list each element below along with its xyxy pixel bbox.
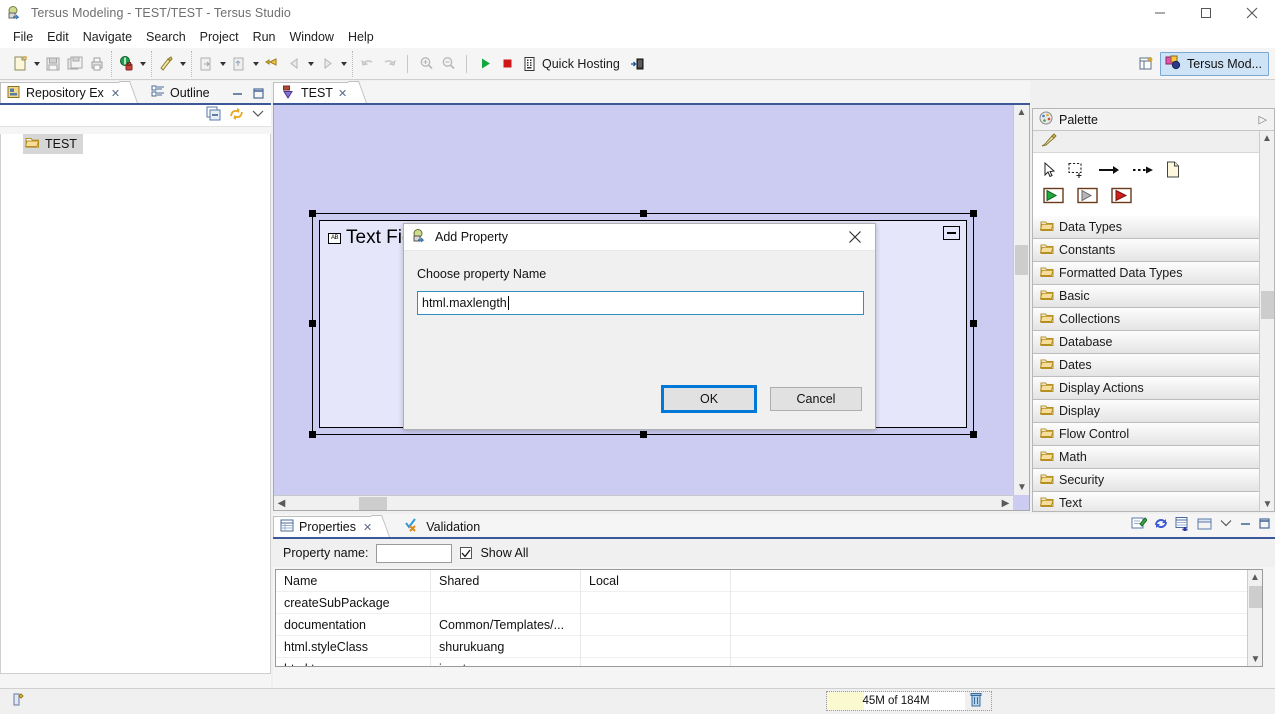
modal-overlay: Add Property Choose property Name html.m…	[0, 0, 1275, 714]
property-name-field[interactable]: html.maxlength	[417, 291, 864, 315]
dialog-prompt-label: Choose property Name	[417, 267, 547, 281]
property-name-value: html.maxlength	[422, 296, 507, 310]
dialog-buttons: OK Cancel	[661, 385, 862, 413]
cancel-button[interactable]: Cancel	[770, 387, 862, 411]
dialog-title: Add Property	[435, 230, 508, 244]
add-property-dialog: Add Property Choose property Name html.m…	[403, 223, 876, 430]
text-caret	[507, 296, 509, 310]
tersus-app-icon	[412, 228, 428, 247]
dialog-title-bar: Add Property	[404, 224, 875, 251]
application-window: Tersus Modeling - TEST/TEST - Tersus Stu…	[0, 0, 1275, 714]
close-icon[interactable]	[835, 224, 875, 251]
dialog-body: Choose property Name html.maxlength	[404, 251, 875, 315]
ok-button[interactable]: OK	[661, 385, 757, 413]
